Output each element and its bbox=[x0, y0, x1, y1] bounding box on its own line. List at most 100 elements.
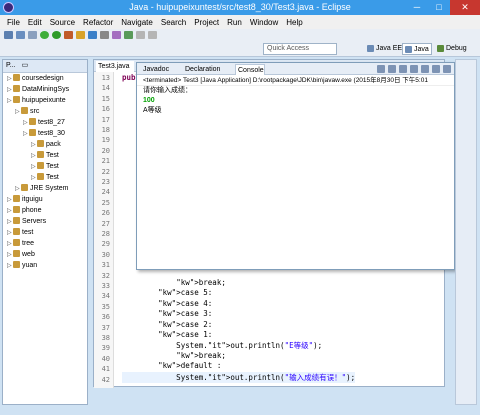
menu-file[interactable]: File bbox=[3, 18, 24, 27]
window-title: Java - huipupeixuntest/src/test8_30/Test… bbox=[129, 2, 351, 12]
new-icon[interactable] bbox=[4, 31, 13, 39]
menu-refactor[interactable]: Refactor bbox=[79, 18, 117, 27]
tree-item[interactable]: ▷ test bbox=[3, 227, 87, 238]
editor-tab-test3[interactable]: Test3.java bbox=[96, 61, 134, 72]
code-line[interactable]: "kw">break; bbox=[122, 351, 226, 360]
clear-console-icon[interactable] bbox=[399, 65, 407, 73]
perspective-java[interactable]: Java bbox=[402, 43, 432, 55]
code-line[interactable]: System."it">out.println("E等级"); bbox=[122, 340, 322, 351]
tree-item[interactable]: ▷ huipupeixunte bbox=[3, 95, 87, 106]
tree-item-label: test bbox=[22, 229, 34, 236]
java-perspective-icon bbox=[405, 46, 412, 53]
line-number: 31 bbox=[101, 261, 110, 270]
display-console-icon[interactable] bbox=[432, 65, 440, 73]
secondary-toolbar: Quick Access Java EE Java Debug bbox=[0, 41, 480, 57]
back-icon[interactable] bbox=[136, 31, 145, 39]
terminate-icon[interactable] bbox=[377, 65, 385, 73]
pin-console-icon[interactable] bbox=[421, 65, 429, 73]
code-line[interactable]: "kw">default : bbox=[122, 361, 221, 370]
folder-icon bbox=[13, 206, 20, 213]
line-number: 38 bbox=[101, 334, 110, 342]
line-number: 34 bbox=[101, 292, 110, 301]
tree-item[interactable]: ▷ web bbox=[3, 249, 87, 260]
menu-navigate[interactable]: Navigate bbox=[117, 18, 157, 27]
line-number: 25 bbox=[101, 198, 110, 207]
tree-item[interactable]: ▷ pack bbox=[3, 139, 87, 150]
open-type-icon[interactable] bbox=[100, 31, 109, 39]
tree-item[interactable]: ▷ src bbox=[3, 106, 87, 117]
print-icon[interactable] bbox=[28, 31, 37, 39]
minimize-view-icon[interactable]: ▭ bbox=[22, 60, 29, 72]
tree-item[interactable]: ▷ test8_30 bbox=[3, 128, 87, 139]
java-ee-icon bbox=[367, 45, 374, 52]
tree-item[interactable]: ▷ Test bbox=[3, 161, 87, 172]
line-number: 18 bbox=[101, 126, 110, 134]
new-package-icon[interactable] bbox=[76, 31, 85, 39]
tab-console[interactable]: Console bbox=[235, 64, 265, 75]
tree-item-label: JRE System bbox=[30, 185, 69, 192]
tree-item[interactable]: ▷ Servers bbox=[3, 216, 87, 227]
tree-item[interactable]: ▷ tree bbox=[3, 238, 87, 249]
minimize-icon[interactable] bbox=[443, 65, 451, 73]
line-number: 39 bbox=[101, 344, 110, 353]
tree-item-label: web bbox=[22, 251, 35, 258]
code-line[interactable]: "kw">case 4: bbox=[122, 299, 212, 308]
search-icon[interactable] bbox=[112, 31, 121, 39]
console-tabs: Javadoc Declaration Console bbox=[137, 63, 454, 75]
tab-declaration[interactable]: Declaration bbox=[183, 64, 220, 75]
menu-bar: File Edit Source Refactor Navigate Searc… bbox=[0, 15, 480, 29]
quick-access-input[interactable]: Quick Access bbox=[263, 43, 337, 55]
code-line[interactable]: "kw">case 2: bbox=[122, 320, 212, 329]
menu-source[interactable]: Source bbox=[46, 18, 79, 27]
tree-item[interactable]: ▷ phone bbox=[3, 205, 87, 216]
perspective-java-ee[interactable]: Java EE bbox=[365, 43, 404, 55]
new-class-icon[interactable] bbox=[88, 31, 97, 39]
menu-run[interactable]: Run bbox=[223, 18, 246, 27]
tab-javadoc[interactable]: Javadoc bbox=[141, 64, 169, 75]
code-line[interactable]: "kw">case 1: bbox=[122, 330, 212, 339]
tree-item[interactable]: ▷ test8_27 bbox=[3, 117, 87, 128]
remove-launch-icon[interactable] bbox=[388, 65, 396, 73]
tree-item[interactable]: ▷ DataMiningSys bbox=[3, 84, 87, 95]
tree-item[interactable]: ▷ JRE System bbox=[3, 183, 87, 194]
console-output-prompt: 请你输入成绩： bbox=[143, 87, 192, 94]
console-output-result: A等级 bbox=[143, 107, 162, 114]
tree-item-label: coursedesign bbox=[22, 75, 64, 82]
line-number: 29 bbox=[101, 240, 110, 249]
menu-search[interactable]: Search bbox=[157, 18, 190, 27]
maximize-button[interactable]: □ bbox=[428, 0, 450, 15]
perspective-debug[interactable]: Debug bbox=[435, 43, 469, 55]
menu-edit[interactable]: Edit bbox=[24, 18, 46, 27]
console-toolbar bbox=[377, 65, 451, 73]
tree-item[interactable]: ▷ itguigu bbox=[3, 194, 87, 205]
tree-item[interactable]: ▷ Test bbox=[3, 150, 87, 161]
menu-project[interactable]: Project bbox=[190, 18, 223, 27]
close-button[interactable]: ✕ bbox=[450, 0, 480, 15]
forward-icon[interactable] bbox=[148, 31, 157, 39]
code-line[interactable]: System."it">out.println("输入成绩有误！"); bbox=[122, 371, 356, 383]
external-tools-icon[interactable] bbox=[64, 31, 73, 39]
tree-item[interactable]: ▷ yuan bbox=[3, 260, 87, 271]
scroll-lock-icon[interactable] bbox=[410, 65, 418, 73]
tree-item-label: test8_30 bbox=[38, 130, 65, 137]
annotation-icon[interactable] bbox=[124, 31, 133, 39]
code-line[interactable]: "kw">case 5: bbox=[122, 288, 212, 297]
run-icon[interactable] bbox=[52, 31, 61, 39]
code-line[interactable]: "kw">break; bbox=[122, 278, 226, 287]
folder-icon bbox=[13, 250, 20, 257]
code-line[interactable]: "kw">case 3: bbox=[122, 309, 212, 318]
save-icon[interactable] bbox=[16, 31, 25, 39]
menu-help[interactable]: Help bbox=[282, 18, 306, 27]
line-number: 32 bbox=[101, 271, 110, 280]
tree-item[interactable]: ▷ Test bbox=[3, 172, 87, 183]
line-number: 20 bbox=[101, 146, 110, 155]
line-number-gutter: 13 14 15 16 17 18 19 20 21 22 23 24 25 26 27 28 29 30 31 32… bbox=[94, 72, 114, 388]
tree-item-label: phone bbox=[22, 207, 42, 214]
debug-icon[interactable] bbox=[40, 31, 49, 39]
folder-icon bbox=[13, 228, 20, 235]
package-explorer: P... ▭ ▷ coursedesign ▷ DataMiningSys ▷ huipu… bbox=[2, 59, 88, 405]
package-explorer-tab[interactable]: P... bbox=[6, 60, 16, 72]
tree-item[interactable]: ▷ coursedesign bbox=[3, 73, 87, 84]
minimize-button[interactable]: ─ bbox=[406, 0, 428, 15]
menu-window[interactable]: Window bbox=[246, 18, 282, 27]
